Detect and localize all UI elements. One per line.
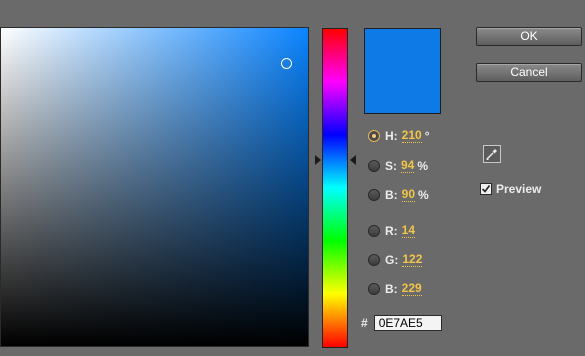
saturation-radio[interactable]: [368, 160, 380, 172]
hue-row: H: 210 °: [368, 127, 430, 145]
eyedropper-icon[interactable]: [483, 145, 501, 163]
blue-row: B: 229: [368, 280, 422, 298]
preview-checkbox[interactable]: [480, 183, 492, 195]
hue-slider-right-arrow-icon[interactable]: [350, 155, 356, 165]
red-radio[interactable]: [368, 225, 380, 237]
cancel-button[interactable]: Cancel: [476, 63, 582, 82]
red-row: R: 14: [368, 222, 416, 240]
green-label: G:: [385, 253, 399, 267]
red-label: R:: [385, 224, 398, 238]
field-cursor[interactable]: [281, 58, 292, 69]
current-color-swatch: [364, 28, 441, 114]
brightness-radio[interactable]: [368, 189, 380, 201]
saturation-unit: %: [417, 159, 429, 173]
checkmark-icon: [481, 185, 491, 193]
blue-radio[interactable]: [368, 283, 380, 295]
hue-value-field[interactable]: 210: [401, 129, 422, 143]
brightness-unit: %: [418, 188, 429, 202]
hex-row: #: [361, 315, 442, 331]
saturation-value-field[interactable]: 94: [401, 159, 415, 173]
saturation-brightness-field[interactable]: [0, 27, 309, 347]
saturation-label: S:: [385, 159, 397, 173]
hue-radio[interactable]: [368, 130, 380, 142]
hue-unit: °: [424, 129, 430, 143]
ok-button[interactable]: OK: [476, 27, 582, 46]
green-value-field[interactable]: 122: [402, 253, 423, 267]
hex-input[interactable]: [373, 315, 442, 331]
saturation-row: S: 94 %: [368, 157, 428, 175]
preview-label: Preview: [496, 182, 542, 196]
green-radio[interactable]: [368, 254, 380, 266]
hue-label: H:: [385, 129, 398, 143]
preview-option[interactable]: Preview: [480, 182, 541, 196]
brightness-row: B: 90 %: [368, 186, 429, 204]
blue-value-field[interactable]: 229: [401, 282, 422, 296]
green-row: G: 122: [368, 251, 423, 269]
brightness-value-field[interactable]: 90: [401, 188, 416, 202]
blue-label: B:: [385, 282, 398, 296]
hue-slider-left-arrow-icon[interactable]: [315, 155, 321, 165]
red-value-field[interactable]: 14: [401, 224, 416, 238]
hue-slider[interactable]: [322, 28, 348, 348]
brightness-label: B:: [385, 188, 398, 202]
hex-label: #: [361, 316, 368, 330]
